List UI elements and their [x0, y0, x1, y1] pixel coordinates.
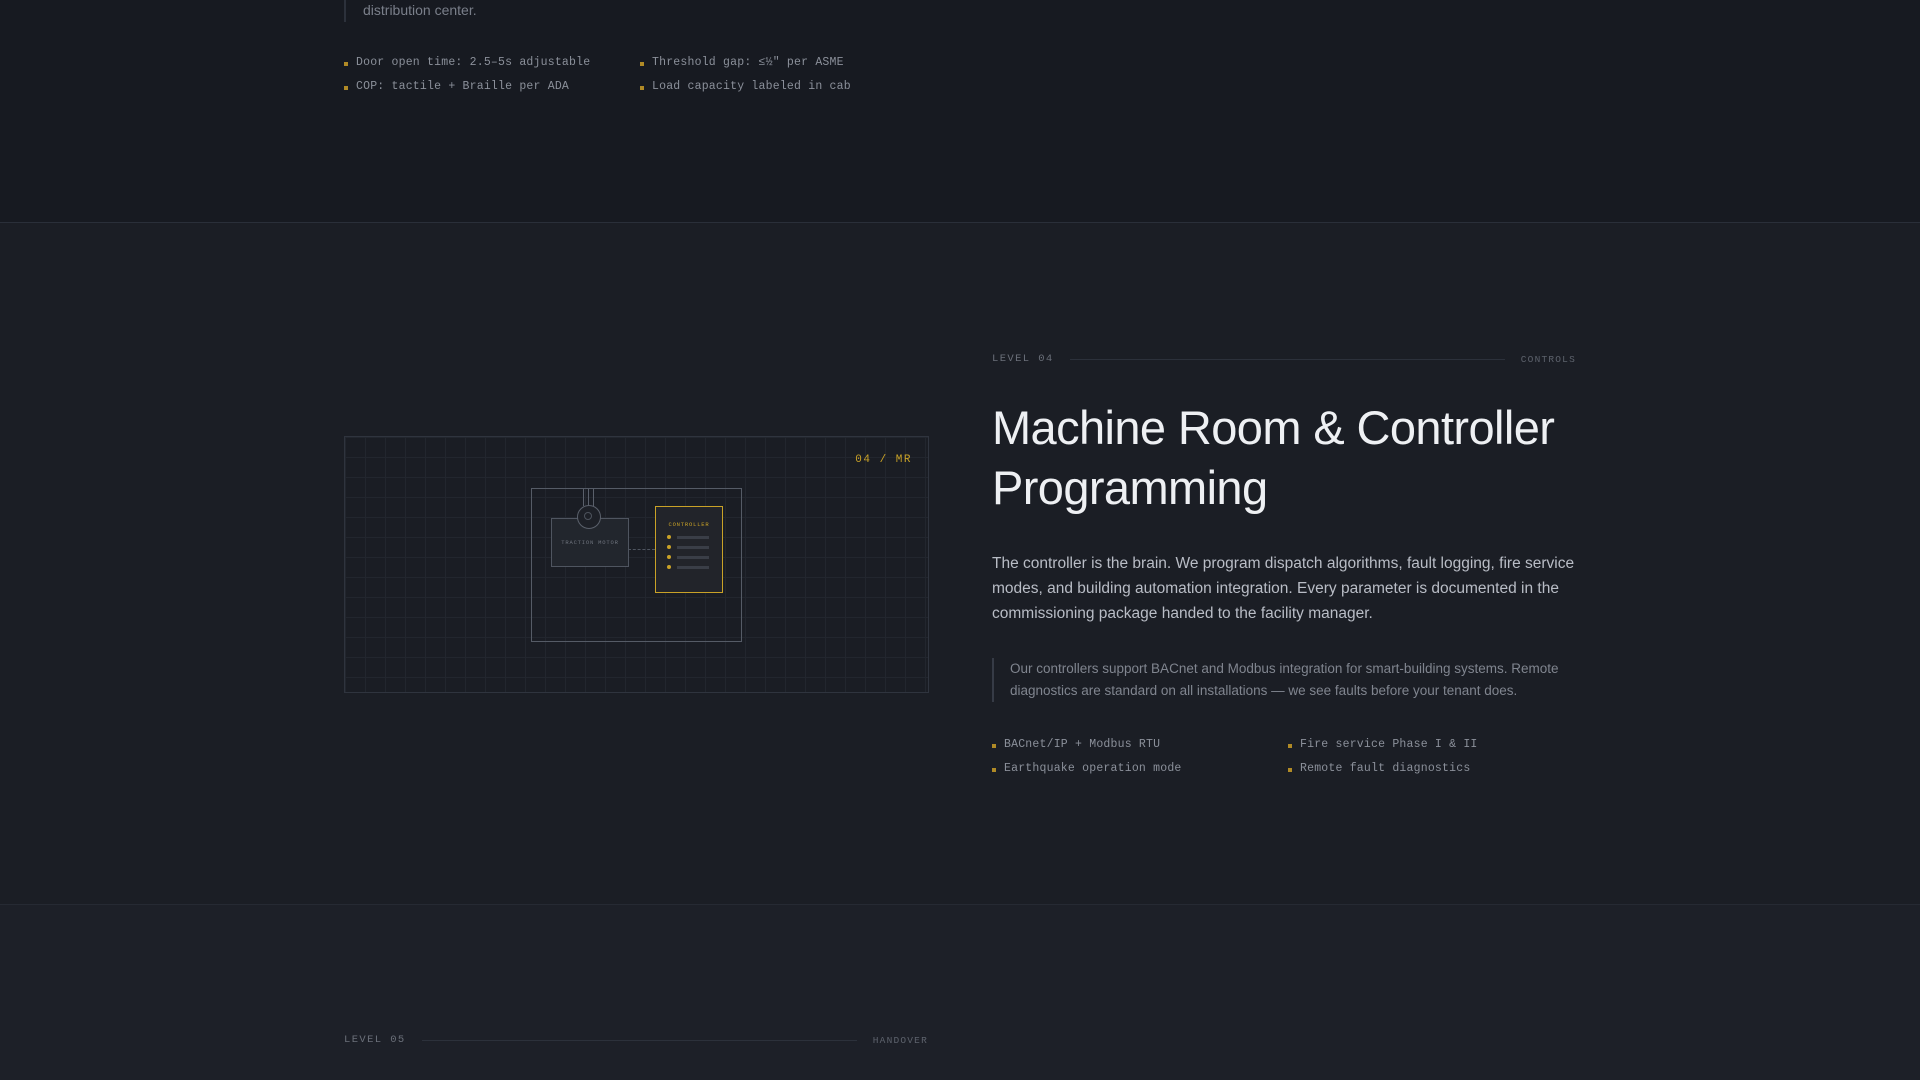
bullet-icon — [344, 86, 348, 90]
section-title: Machine Room & Controller Programming — [992, 401, 1555, 514]
feature-item: Remote fault diagnostics — [1288, 761, 1584, 775]
controller-label: CONTROLLER — [668, 521, 710, 528]
hoist-rope — [588, 489, 589, 506]
status-dot-icon — [667, 535, 671, 539]
diagram-code: 04 / MR — [855, 454, 912, 466]
bullet-icon — [992, 744, 996, 748]
bullet-icon — [992, 768, 996, 772]
bullet-icon — [344, 62, 348, 66]
section-level-03: distribution center. Door open time: 2.5… — [0, 0, 1920, 222]
level-label: LEVEL 05 — [344, 1034, 406, 1046]
feature-item: BACnet/IP + Modbus RTU — [992, 737, 1288, 751]
controller-cabinet: CONTROLLER — [655, 506, 723, 593]
feature-item: Door open time: 2.5–5s adjustable — [344, 55, 640, 69]
machine-room-diagram: 04 / MR TRACTION MOTOR CONTROLLER — [344, 436, 929, 693]
feature-item: Earthquake operation mode — [992, 761, 1288, 775]
bullet-icon — [1288, 744, 1292, 748]
bullet-icon — [640, 62, 644, 66]
hoist-rope — [583, 489, 584, 506]
level-rule — [421, 1039, 857, 1041]
pull-quote-text: Our controllers support BACnet and Modbu… — [1010, 661, 1559, 698]
feature-item: COP: tactile + Braille per ADA — [344, 79, 640, 93]
pull-quote-text: distribution center. — [363, 2, 477, 18]
machine-room-outline: TRACTION MOTOR CONTROLLER — [531, 488, 742, 642]
status-dot-icon — [667, 555, 671, 559]
level-tag: HANDOVER — [872, 1034, 928, 1046]
feature-item: Threshold gap: ≤½" per ASME — [640, 55, 936, 69]
bullet-icon — [1288, 768, 1292, 772]
controller-indicator — [667, 555, 709, 559]
section-level-05 — [0, 905, 1920, 1080]
level-header: LEVEL 04 CONTROLS — [992, 353, 1576, 365]
status-dot-icon — [667, 545, 671, 549]
level-tag: CONTROLS — [1520, 353, 1576, 365]
pull-quote: distribution center. — [344, 0, 1003, 22]
level-header: LEVEL 05 HANDOVER — [344, 1034, 928, 1046]
pull-quote: Our controllers support BACnet and Modbu… — [992, 658, 1590, 702]
section-lead: The controller is the brain. We program … — [992, 555, 1575, 622]
motor-label: TRACTION MOTOR — [561, 539, 619, 546]
connector-line — [628, 549, 655, 550]
bullet-icon — [640, 86, 644, 90]
level-label: LEVEL 04 — [992, 353, 1054, 365]
hoist-rope — [593, 489, 594, 506]
level-rule — [1069, 358, 1505, 360]
controller-indicator — [667, 535, 709, 539]
feature-list: Door open time: 2.5–5s adjustable Thresh… — [344, 55, 936, 93]
feature-item: Fire service Phase I & II — [1288, 737, 1584, 751]
sheave-icon — [577, 505, 601, 529]
section-level-04 — [0, 223, 1920, 904]
feature-list: BACnet/IP + Modbus RTU Fire service Phas… — [992, 737, 1584, 775]
controller-indicator — [667, 565, 709, 569]
feature-item: Load capacity labeled in cab — [640, 79, 936, 93]
status-dot-icon — [667, 565, 671, 569]
controller-indicator — [667, 545, 709, 549]
